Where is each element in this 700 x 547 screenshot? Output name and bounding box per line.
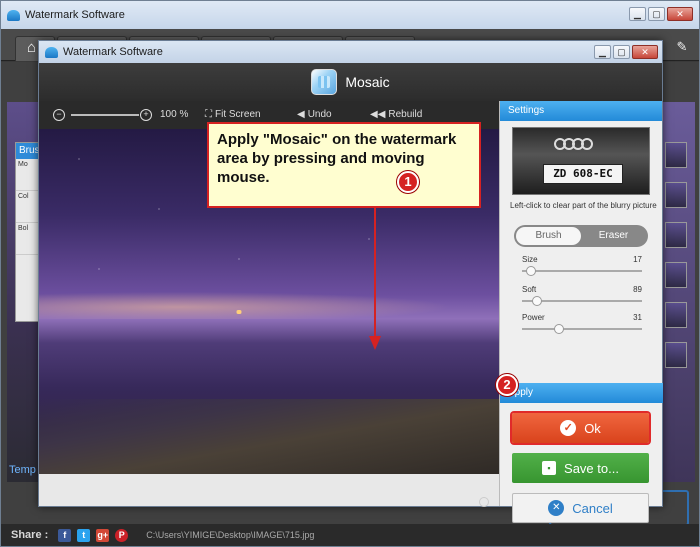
step2-badge: 2 [496, 374, 518, 396]
file-path: C:\Users\YIMIGE\Desktop\IMAGE\715.jpg [146, 530, 315, 540]
ok-label: Ok [584, 420, 601, 436]
fit-screen-icon: ⛶ [205, 109, 212, 120]
soft-slider-knob[interactable] [532, 296, 542, 306]
google-plus-icon[interactable]: g+ [96, 528, 110, 542]
undo-icon: ◀ [297, 109, 305, 120]
dialog-titlebar: Watermark Software ▁ ▢ ✕ [39, 41, 662, 63]
cancel-label: Cancel [572, 500, 613, 516]
thumbnail[interactable] [665, 302, 687, 328]
size-slider-knob[interactable] [526, 266, 536, 276]
zoom-in-icon[interactable]: + [140, 109, 152, 121]
outer-close-button[interactable]: ✕ [667, 7, 693, 21]
step1-callout: Apply "Mosaic" on the watermark area by … [207, 122, 481, 208]
undo-button[interactable]: ◀ Undo [297, 109, 332, 120]
soft-label: Soft [522, 285, 537, 294]
mode-brush[interactable]: Brush [516, 227, 581, 245]
thumbnail[interactable] [665, 182, 687, 208]
pinterest-icon[interactable]: P [115, 528, 129, 542]
soft-value: 89 [633, 285, 642, 294]
canvas-lights [219, 310, 259, 314]
thumbnail-strip [663, 102, 695, 482]
dialog-maximize-button[interactable]: ▢ [613, 45, 630, 59]
size-value: 17 [633, 255, 642, 264]
zoom-out-icon[interactable]: − [53, 109, 65, 121]
mode-eraser[interactable]: Eraser [581, 227, 646, 245]
check-icon: ✓ [560, 420, 577, 436]
twitter-icon[interactable]: t [77, 528, 91, 542]
rebuild-label: Rebuild [388, 109, 423, 120]
canvas-horizon [39, 289, 499, 319]
rebuild-icon: ◀◀ [370, 109, 386, 120]
mode-toggle[interactable]: Brush Eraser [514, 225, 648, 247]
hint-text: Left-click to clear part of the blurry p… [510, 201, 657, 210]
status-bar: Share : f t g+ P C:\Users\YIMIGE\Desktop… [1, 524, 699, 546]
power-label: Power [522, 313, 545, 322]
license-plate: ZD 608-EC [543, 164, 623, 184]
outer-minimize-button[interactable]: ▁ [629, 7, 646, 21]
thumbnail[interactable] [665, 262, 687, 288]
save-to-button[interactable]: ▪ Save to... [512, 453, 649, 483]
settings-panel: Settings ZD 608-EC Left-click to clear p… [499, 101, 663, 523]
dialog-minimize-button[interactable]: ▁ [594, 45, 611, 59]
outer-titlebar: Watermark Software ▁ ▢ ✕ [1, 1, 699, 29]
floppy-disk-icon: ▪ [542, 461, 557, 475]
outer-window-title: Watermark Software [25, 9, 125, 21]
rebuild-button[interactable]: ◀◀ Rebuild [370, 109, 422, 120]
fit-screen-button[interactable]: ⛶ Fit Screen [205, 109, 261, 120]
thumbnail[interactable] [665, 222, 687, 248]
facebook-icon[interactable]: f [58, 528, 72, 542]
apply-header: Apply [500, 383, 663, 403]
mosaic-icon [311, 69, 338, 95]
dialog-close-button[interactable]: ✕ [632, 45, 658, 59]
size-label: Size [522, 255, 538, 264]
step1-arrow-head [369, 336, 381, 350]
power-slider-knob[interactable] [554, 324, 564, 334]
dialog-header: Mosaic [39, 63, 662, 101]
save-to-label: Save to... [564, 460, 619, 476]
settings-header: Settings [500, 101, 662, 121]
zoom-slider[interactable] [71, 114, 139, 116]
step1-text: Apply "Mosaic" on the watermark area by … [217, 131, 457, 186]
app-logo-icon [7, 9, 20, 21]
step1-badge: 1 [397, 171, 419, 193]
thumbnail[interactable] [665, 142, 687, 168]
templates-label: Temp [9, 464, 36, 476]
close-circle-icon: ✕ [548, 500, 565, 516]
undo-label: Undo [307, 109, 332, 120]
canvas-land [39, 399, 499, 474]
share-label: Share : [11, 529, 49, 541]
cancel-button[interactable]: ✕ Cancel [512, 493, 649, 523]
resize-handle-icon[interactable] [479, 497, 489, 507]
dialog-title: Watermark Software [63, 46, 163, 58]
mosaic-dialog: Watermark Software ▁ ▢ ✕ Mosaic − + 100 … [38, 40, 663, 523]
step1-arrow [374, 208, 376, 338]
edit-icon[interactable]: ✎ [673, 39, 691, 55]
preview-image[interactable]: ZD 608-EC [512, 127, 650, 195]
power-track[interactable] [522, 328, 642, 330]
car-logo-icon [554, 138, 593, 150]
power-value: 31 [633, 313, 642, 322]
dialog-header-title: Mosaic [345, 74, 390, 90]
ok-button[interactable]: ✓ Ok [512, 413, 649, 443]
thumbnail[interactable] [665, 342, 687, 368]
size-track[interactable] [522, 270, 642, 272]
outer-maximize-button[interactable]: ▢ [648, 7, 665, 21]
fit-screen-label: Fit Screen [215, 109, 261, 120]
app-logo-icon [45, 46, 58, 58]
zoom-percent: 100 % [160, 109, 189, 120]
